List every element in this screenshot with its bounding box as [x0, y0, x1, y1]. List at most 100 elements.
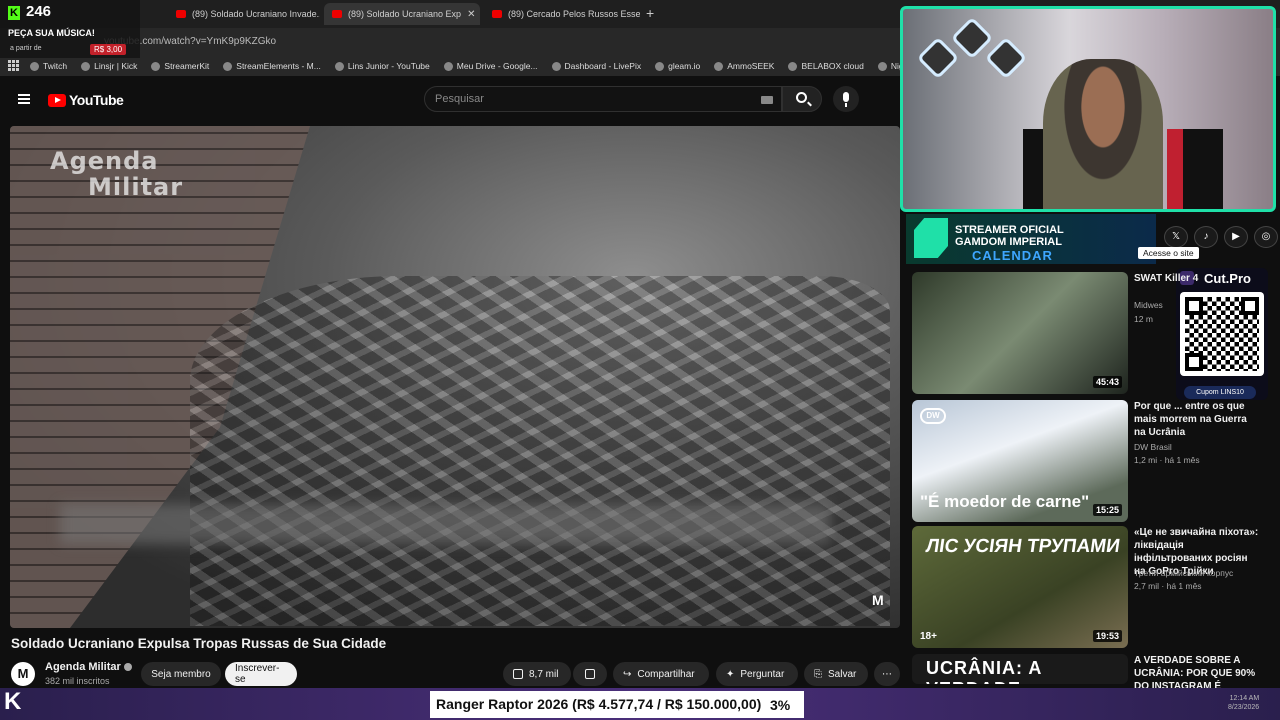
- bookmark-item[interactable]: BELABOX cloud: [788, 61, 864, 71]
- bookmark-favicon-icon: [551, 61, 561, 71]
- channel-watermark: Agenda Militar: [50, 147, 184, 201]
- subscriber-count: 382 mil inscritos: [45, 676, 110, 686]
- x-twitter-icon: 𝕏: [1164, 226, 1188, 248]
- youtube-logo[interactable]: YouTube: [48, 92, 124, 108]
- bookmark-favicon-icon: [223, 61, 233, 71]
- close-tab-icon[interactable]: ✕: [467, 9, 475, 20]
- video-thumbnail[interactable]: UCRÂNIA: A VERDADE: [912, 654, 1128, 684]
- donation-goal: Ranger Raptor 2026 (R$ 4.577,74 / R$ 150…: [430, 691, 804, 718]
- video-thumbnail[interactable]: ЛІС УСІЯН ТРУПАМИ 18+ 19:53: [912, 526, 1128, 648]
- browser-tab[interactable]: (89) Cercado Pelos Russos Esse ✕: [484, 3, 640, 25]
- bookmark-item[interactable]: gleam.io: [655, 61, 700, 71]
- bookmark-icon: ⎘: [814, 668, 822, 680]
- keyboard-icon[interactable]: [761, 96, 773, 104]
- dislike-button[interactable]: [573, 662, 607, 686]
- like-button[interactable]: 8,7 mil: [503, 662, 571, 686]
- bookmark-favicon-icon: [877, 61, 887, 71]
- recommended-channel[interactable]: Midwes: [1134, 300, 1163, 310]
- video-thumbnail[interactable]: 45:43: [912, 272, 1128, 394]
- search-input[interactable]: Pesquisar: [424, 86, 782, 112]
- apps-grid-icon[interactable]: [8, 60, 19, 71]
- verified-icon: [123, 663, 132, 672]
- recommended-video[interactable]: ЛІС УСІЯН ТРУПАМИ 18+ 19:53 «Це не звича…: [912, 526, 1272, 648]
- bookmark-favicon-icon: [714, 61, 724, 71]
- share-button[interactable]: ↪ Compartilhar: [613, 662, 709, 686]
- visit-site-label: Acesse o site: [1138, 247, 1199, 259]
- video-duration: 45:43: [1092, 376, 1122, 388]
- browser-tab[interactable]: (89) Soldado Ucraniano Invade... ✕: [168, 3, 320, 25]
- webcam-overlay: [900, 6, 1276, 212]
- bookmark-item[interactable]: Meu Drive - Google...: [443, 61, 538, 71]
- youtube-icon: ▶: [1224, 226, 1248, 248]
- streamer: [1043, 59, 1163, 209]
- tiktok-icon: ♪: [1194, 226, 1218, 248]
- search-placeholder: Pesquisar: [435, 93, 484, 105]
- browser-tab-active[interactable]: (89) Soldado Ucraniano Exp ✕: [324, 3, 480, 25]
- viewer-count: 246: [26, 3, 52, 20]
- thumbnail-caption: ЛІС УСІЯН ТРУПАМИ: [924, 536, 1122, 557]
- recommended-meta: 1,2 mi · há 1 mês: [1134, 455, 1200, 465]
- price-from-label: a partir de: [10, 45, 42, 52]
- join-button[interactable]: Seja membro: [141, 662, 221, 686]
- thumbs-up-icon: [513, 669, 523, 679]
- bookmark-favicon-icon: [151, 61, 161, 71]
- recommended-title[interactable]: Por que ... entre os que mais morrem na …: [1134, 400, 1260, 439]
- search-button[interactable]: [782, 86, 822, 112]
- youtube-favicon-icon: [492, 10, 502, 18]
- bookmark-item[interactable]: StreamerKit: [151, 61, 209, 71]
- search-icon: [796, 92, 807, 103]
- video-duration: 15:25: [1092, 504, 1122, 516]
- tab-label: (89) Cercado Pelos Russos Esse: [508, 9, 640, 19]
- bookmark-favicon-icon: [655, 61, 665, 71]
- bookmark-item[interactable]: Lins Junior - YouTube: [334, 61, 430, 71]
- thumbnail-caption: UCRÂNIA: A VERDADE: [926, 658, 1042, 684]
- channel-avatar[interactable]: M: [11, 662, 35, 686]
- voice-search-mic-icon[interactable]: [833, 86, 859, 112]
- kick-overlay: K 246 PEÇA SUA MÚSICA! a partir de R$ 3,…: [0, 0, 140, 58]
- bookmark-favicon-icon: [788, 61, 798, 71]
- thumbs-down-icon: [585, 669, 595, 679]
- youtube-favicon-icon: [176, 10, 186, 18]
- wall-hex-lights: [915, 16, 1028, 89]
- recommended-title[interactable]: SWAT Killer 4: [1134, 272, 1260, 285]
- recommended-video[interactable]: 45:43 SWAT Killer 4 Midwes 12 m: [912, 272, 1272, 394]
- sponsor-text: STREAMER OFICIAL GAMDOM IMPERIAL: [955, 224, 1064, 248]
- bookmark-favicon-icon: [30, 61, 39, 71]
- bookmark-item[interactable]: StreamElements - M...: [223, 61, 321, 71]
- share-icon: ↪: [623, 668, 632, 680]
- bookmark-item[interactable]: Linsjr | Kick: [81, 61, 137, 71]
- social-links: 𝕏 ♪ ▶ ◎: [1164, 226, 1278, 248]
- kick-logo-icon: K: [8, 6, 20, 20]
- new-tab-button[interactable]: +: [646, 5, 654, 21]
- blurred-region: [60, 504, 830, 544]
- sparkle-icon: ✦: [726, 668, 735, 680]
- bookmark-favicon-icon: [81, 61, 91, 71]
- video-thumbnail[interactable]: DW "É moedor de carne" 15:25: [912, 400, 1128, 522]
- more-actions-icon[interactable]: ⋯: [874, 662, 900, 686]
- youtube-play-icon: [48, 93, 66, 107]
- menu-icon[interactable]: [18, 94, 30, 104]
- recommended-channel[interactable]: DW Brasil: [1134, 442, 1172, 452]
- bookmark-item[interactable]: Dashboard - LivePix: [551, 61, 641, 71]
- video-title: Soldado Ucraniano Expulsa Tropas Russas …: [11, 636, 387, 651]
- dw-logo-icon: DW: [920, 408, 946, 424]
- youtube-favicon-icon: [332, 10, 342, 18]
- youtube-header: YouTube Pesquisar: [0, 76, 900, 122]
- youtube-wordmark: YouTube: [69, 92, 124, 108]
- channel-name[interactable]: Agenda Militar: [45, 661, 132, 673]
- subscribe-button[interactable]: Inscrever-se: [225, 662, 297, 686]
- ask-button[interactable]: ✦ Perguntar: [716, 662, 798, 686]
- bookmark-item[interactable]: AmmoSEEK: [714, 61, 774, 71]
- recommended-video[interactable]: UCRÂNIA: A VERDADE A VERDADE SOBRE A UCR…: [912, 654, 1272, 705]
- recommended-video[interactable]: DW "É moedor de carne" 15:25 Por que ...…: [912, 400, 1272, 522]
- system-clock: 12:14 AM 8/23/2026: [1228, 695, 1260, 711]
- recommended-meta: 12 m: [1134, 314, 1153, 324]
- bookmark-item[interactable]: Twitch: [30, 61, 67, 71]
- video-frame-rubble: [190, 276, 890, 626]
- video-player[interactable]: Agenda Militar M: [10, 126, 900, 628]
- thumbnail-caption: "É moedor de carne": [920, 492, 1090, 511]
- recommended-channel[interactable]: Третій армійський корпус: [1134, 568, 1233, 578]
- instagram-icon: ◎: [1254, 226, 1278, 248]
- kick-logo-icon: K: [4, 688, 22, 715]
- save-button[interactable]: ⎘ Salvar: [804, 662, 868, 686]
